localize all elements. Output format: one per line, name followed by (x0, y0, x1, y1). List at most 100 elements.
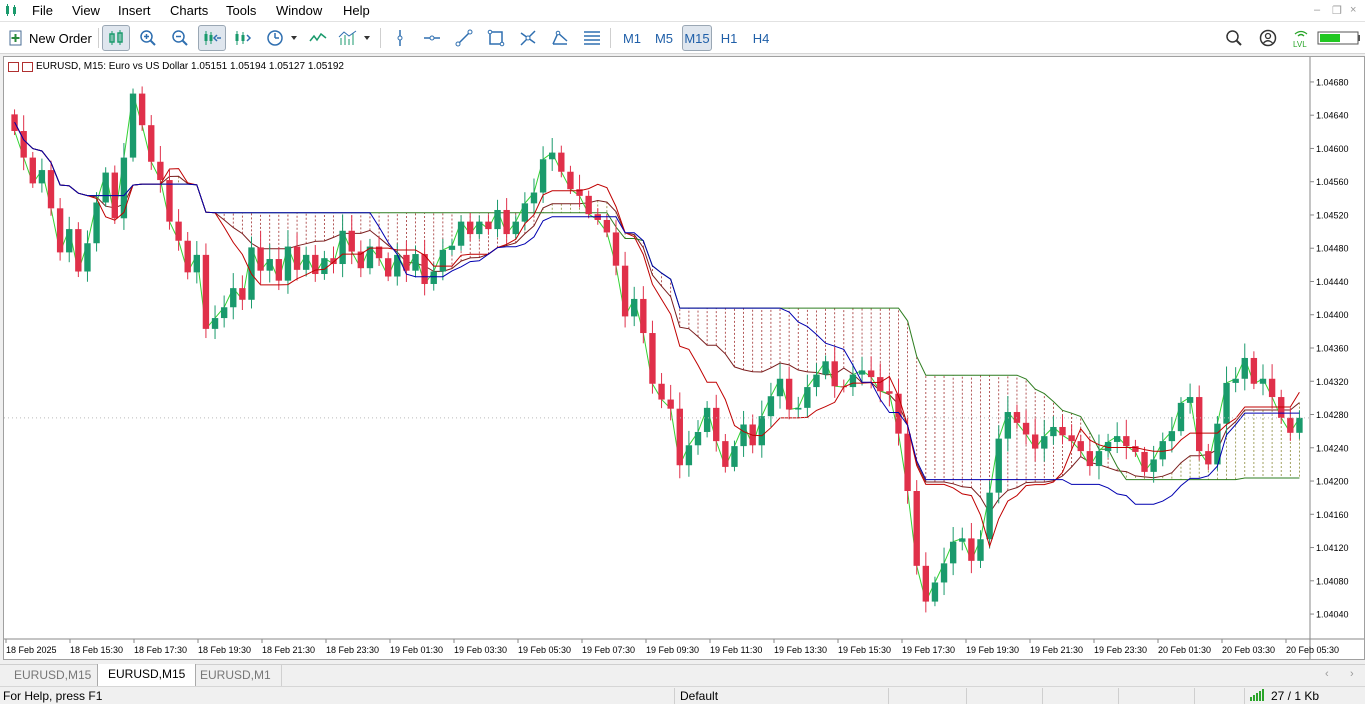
menu-file[interactable]: File (32, 3, 53, 18)
fibonacci-button[interactable] (516, 25, 540, 51)
tab-eurusd-m15-active[interactable]: EURUSD,M15 (97, 664, 197, 687)
candle-body (448, 245, 456, 250)
candle-body (1159, 441, 1166, 460)
menu-view[interactable]: View (72, 3, 100, 18)
connection-status-button[interactable] (1316, 25, 1362, 51)
time-label: 18 Feb 15:30 (70, 645, 123, 655)
status-bar: For Help, press F1 Default 27 / 1 Kb (0, 686, 1365, 704)
tabs-scroll-right-icon[interactable]: › (1350, 668, 1354, 680)
candle-body (457, 221, 465, 246)
tab-eurusd-m15-a[interactable]: EURUSD,M15 (4, 665, 103, 687)
candle-body (758, 416, 765, 446)
menu-tools[interactable]: Tools (226, 3, 256, 18)
time-label: 19 Feb 23:30 (1094, 645, 1147, 655)
price-label: 1.04560 (1316, 177, 1349, 187)
zoom-in-button[interactable] (136, 25, 160, 51)
chart-shift-button[interactable] (198, 25, 226, 51)
price-label: 1.04280 (1316, 410, 1349, 420)
candle-body (56, 208, 64, 253)
candle-body (685, 445, 693, 466)
connection-bar-icon (1317, 31, 1360, 45)
toolbar-separator (98, 28, 99, 48)
ichimoku-chart[interactable]: 1.04680 1.04640 1.04600 1.04560 1.04520 1.044… (4, 57, 1364, 659)
price-label: 1.04320 (1316, 377, 1349, 387)
chart-shift-icon (204, 31, 221, 45)
zoom-in-icon (140, 30, 156, 46)
chart-window-icon[interactable] (22, 61, 33, 72)
status-traffic: 27 / 1 Kb (1271, 689, 1320, 703)
candle-body (676, 408, 683, 466)
new-order-icon (9, 30, 22, 46)
candle-body (530, 192, 538, 204)
new-order-button[interactable]: New Order (8, 25, 96, 51)
candle-body (1287, 417, 1294, 433)
close-icon[interactable]: × (1350, 4, 1356, 16)
signal-level-button[interactable]: LVL (1290, 25, 1312, 51)
chart-window[interactable]: 1.04680 1.04640 1.04600 1.04560 1.04520 1.044… (3, 56, 1365, 660)
candle-body (476, 221, 483, 235)
candle-body (558, 152, 565, 172)
timeframe-m5-button[interactable]: M5 (650, 25, 678, 51)
search-icon (1226, 30, 1242, 46)
restore-icon[interactable]: ❐ (1332, 4, 1342, 17)
candle-body (977, 539, 984, 561)
account-button[interactable] (1256, 25, 1280, 51)
candle-body (968, 538, 975, 561)
time-label: 20 Feb 03:30 (1222, 645, 1275, 655)
time-label: 19 Feb 19:30 (966, 645, 1019, 655)
status-divider (966, 688, 967, 704)
indicators-menu-button[interactable] (336, 25, 374, 51)
indicators-button[interactable] (306, 25, 330, 51)
menu-window[interactable]: Window (276, 3, 322, 18)
search-button[interactable] (1222, 25, 1246, 51)
candle-body (949, 541, 957, 564)
menu-insert[interactable]: Insert (118, 3, 151, 18)
status-divider (888, 688, 889, 704)
candle-body (831, 361, 838, 387)
menu-charts[interactable]: Charts (170, 3, 208, 18)
price-label: 1.04200 (1316, 477, 1349, 487)
zoom-out-button[interactable] (168, 25, 192, 51)
candlestick-chart-button[interactable] (102, 25, 130, 51)
time-label: 19 Feb 13:30 (774, 645, 827, 655)
periodicity-button[interactable] (262, 25, 300, 51)
tabs-scroll-left-icon[interactable]: ‹ (1325, 668, 1329, 680)
candle-body (959, 538, 966, 542)
autoscroll-icon (235, 31, 252, 45)
tab-eurusd-m1[interactable]: EURUSD,M1 (190, 665, 282, 687)
timeframe-h4-button[interactable]: H4 (748, 25, 774, 51)
candle-body (731, 446, 738, 467)
rectangle-button[interactable] (484, 25, 508, 51)
chart-menu-icon[interactable] (8, 61, 19, 72)
horizontal-line-button[interactable] (420, 25, 444, 51)
trendline-icon (455, 29, 473, 47)
candle-body (1150, 459, 1157, 472)
candle-body (1095, 451, 1103, 467)
candle-body (193, 254, 200, 273)
candle-body (384, 258, 392, 277)
channel-button[interactable] (580, 25, 604, 51)
candle-body (667, 399, 674, 409)
menu-help[interactable]: Help (343, 3, 370, 18)
time-label: 18 Feb 19:30 (198, 645, 251, 655)
time-label: 19 Feb 05:30 (518, 645, 571, 655)
candle-body (348, 230, 355, 252)
price-label: 1.04640 (1316, 111, 1349, 121)
price-label: 1.04600 (1316, 144, 1349, 154)
candle-body (29, 157, 36, 184)
price-label: 1.04120 (1316, 543, 1349, 553)
timeframe-m15-button[interactable]: M15 (682, 25, 712, 51)
time-label: 19 Feb 15:30 (838, 645, 891, 655)
autoscroll-button[interactable] (230, 25, 256, 51)
candle-body (1050, 426, 1057, 437)
candle-body (521, 203, 529, 222)
vertical-line-button[interactable] (388, 25, 412, 51)
minimize-icon[interactable]: – (1314, 4, 1320, 16)
status-divider (1244, 688, 1245, 704)
pitchfork-button[interactable] (548, 25, 572, 51)
trendline-button[interactable] (452, 25, 476, 51)
candle-body (1132, 446, 1139, 452)
indicator-line-icon (309, 32, 327, 42)
timeframe-m1-button[interactable]: M1 (618, 25, 646, 51)
timeframe-h1-button[interactable]: H1 (716, 25, 742, 51)
